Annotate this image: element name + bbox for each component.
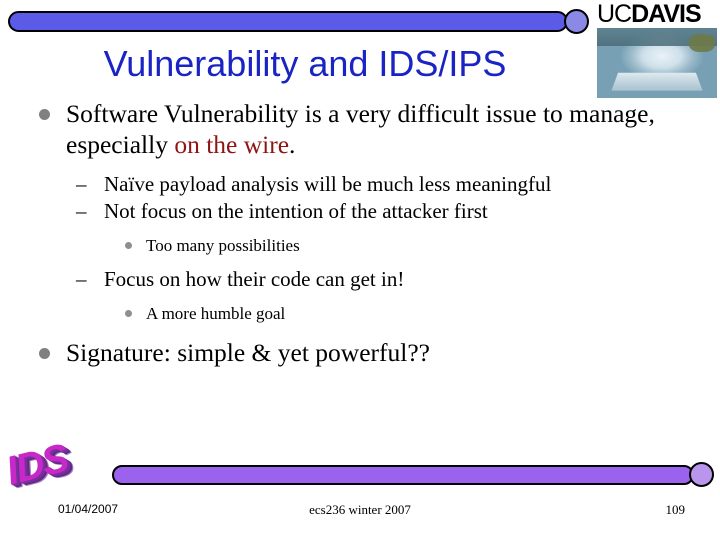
bullet-dash-icon: – [76, 172, 87, 196]
footer-page-number: 109 [665, 502, 686, 517]
bullet-text: Too many possibilities [146, 236, 300, 255]
top-bar-pill [8, 11, 568, 32]
footer-course-label: ecs236 winter 2007 [309, 502, 411, 517]
ucdavis-wordmark-uc: UC [597, 0, 632, 28]
bullet-text: Signature: simple & yet powerful?? [66, 338, 430, 367]
slide-body: Software Vulnerability is a very difficu… [26, 98, 696, 370]
bullet-dot-icon [39, 348, 50, 359]
bullet-text: A more humble goal [146, 304, 286, 323]
photo-foliage [689, 34, 715, 52]
slide-title: Vulnerability and IDS/IPS [103, 43, 507, 84]
bullet-level2-focus-code-get-in: – Focus on how their code can get in! [26, 266, 696, 293]
egghead-sculpture-photo [597, 28, 717, 98]
bottom-bar-pill [112, 465, 694, 485]
bullet-text: Not focus on the intention of the attack… [104, 199, 488, 223]
bottom-bar-knob-circle [689, 462, 714, 487]
bullet-text-tail: . [289, 130, 296, 159]
bullet-small-dot-icon [125, 310, 132, 317]
bullet-level2-naive-payload: – Naïve payload analysis will be much les… [26, 171, 696, 198]
top-decorative-bar [8, 8, 600, 36]
bullet-dash-icon: – [76, 267, 87, 291]
ucdavis-wordmark: UCDAVIS [597, 1, 719, 27]
bullet-small-dot-icon [125, 242, 132, 249]
ucdavis-logo: UCDAVIS [597, 1, 719, 99]
photo-plinth [611, 72, 703, 91]
bullet-level3-too-many-possibilities: Too many possibilities [26, 234, 696, 257]
bullet-dot-icon [39, 109, 50, 120]
slide-footer: 01/04/2007 ecs236 winter 2007 109 [0, 500, 720, 524]
bullet-text-main: Software Vulnerability is a very difficu… [66, 99, 655, 159]
bullet-text: Focus on how their code can get in! [104, 267, 405, 291]
bullet-text: Naïve payload analysis will be much less… [104, 172, 552, 196]
bottom-decorative-bar [112, 462, 714, 488]
bullet-level2-not-focus-intention: – Not focus on the intention of the attac… [26, 198, 696, 225]
bullet-dash-icon: – [76, 199, 87, 223]
bullet-level1-signature: Signature: simple & yet powerful?? [26, 337, 696, 368]
bullet-level3-humble-goal: A more humble goal [26, 302, 696, 325]
bullet-level1-vulnerability: Software Vulnerability is a very difficu… [26, 98, 696, 160]
top-bar-knob-circle [564, 9, 589, 34]
bullet-text-highlight: on the wire [174, 130, 290, 159]
ucdavis-wordmark-davis: DAVIS [631, 0, 702, 28]
